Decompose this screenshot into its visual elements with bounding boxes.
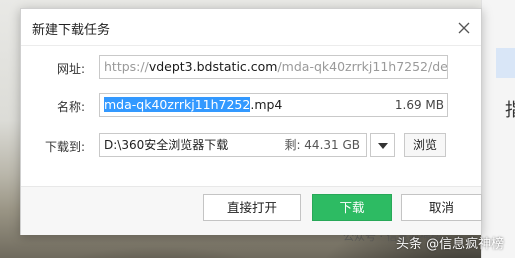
download-button[interactable]: 下载 xyxy=(312,194,392,221)
dialog-title-bar[interactable]: 新建下载任务 xyxy=(21,9,481,46)
url-field[interactable]: https://vdept3.bdstatic.com/mda-qk40zrrk… xyxy=(99,55,448,79)
cancel-button[interactable]: 取消 xyxy=(401,194,482,221)
background-side-panel xyxy=(481,0,515,258)
background-side-text: 指 xyxy=(505,100,515,121)
filename-label: 名称: xyxy=(56,100,85,114)
close-button[interactable] xyxy=(454,18,474,38)
save-path: D:\360安全浏览器下载 xyxy=(104,138,229,152)
save-path-dropdown[interactable] xyxy=(370,133,395,157)
free-space: 剩: 44.31 GB xyxy=(284,138,360,152)
file-size: 1.69 MB xyxy=(390,94,444,116)
save-to-label: 下载到: xyxy=(44,140,85,154)
url-path: /mda-qk40zrrkj11h7252/defaul xyxy=(277,59,448,74)
filename-field[interactable]: mda-qk40zrrkj11h7252.mp4 1.69 MB xyxy=(99,93,448,117)
save-path-field[interactable]: D:\360安全浏览器下载 剩: 44.31 GB xyxy=(99,133,367,157)
dialog-title: 新建下载任务 xyxy=(32,23,111,38)
url-scheme: https:// xyxy=(104,59,149,74)
background-side-highlight xyxy=(496,48,515,78)
toutiao-watermark: 头条 @信息疯神榜 xyxy=(396,237,505,252)
new-download-dialog: 新建下载任务 网址: https://vdept3.bdstatic.com/m… xyxy=(20,8,482,235)
url-label: 网址: xyxy=(56,62,85,76)
close-icon xyxy=(458,22,470,34)
filename-selected-text: mda-qk40zrrkj11h7252 xyxy=(104,97,251,112)
chevron-down-icon xyxy=(378,143,388,149)
dialog-footer: 直接打开 下载 取消 xyxy=(21,186,482,235)
url-host: vdept3.bdstatic.com xyxy=(148,59,278,74)
open-directly-button[interactable]: 直接打开 xyxy=(203,194,301,221)
browse-button[interactable]: 浏览 xyxy=(404,133,446,157)
filename-extension: .mp4 xyxy=(250,97,283,112)
